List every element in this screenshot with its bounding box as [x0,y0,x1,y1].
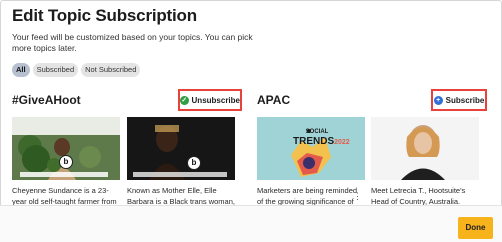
card-text: Known as Mother Elle, Elle Barbara is a … [127,186,235,206]
topic-name-apac: APAC [257,93,291,107]
social-trends-cover [257,117,365,180]
card-text: Meet Letrecia T., Hootsuite's Head of Co… [371,186,466,206]
cover-title-line1: SOCIAL [305,129,329,135]
farmer-photo [12,117,120,180]
subscribe-label: Subscribe [445,95,485,105]
done-button[interactable]: Done [458,217,493,239]
modal-footer [0,205,502,242]
filter-chips: All Subscribed Not Subscribed [12,63,141,77]
card-thumbnail: b [127,117,235,180]
topic-card[interactable]: b Known as Mother Elle, Elle Barbara is … [127,117,235,207]
unsubscribe-label: Unsubscribe [191,95,240,105]
cover-title-line2: TRENDS2022 [293,136,350,147]
filter-subscribed-chip[interactable]: Subscribed [32,63,79,77]
filter-all-chip[interactable]: All [12,63,30,77]
portrait-photo [371,117,479,180]
topic-card[interactable]: b Cheyenne Sundance is a 23-year old sel… [12,117,120,207]
hootsuite-badge-icon: b [187,156,201,170]
topic-card[interactable]: SOCIAL TRENDS2022 Marketers are being re… [257,117,365,207]
card-text: Marketers are being reminded of the grow… [257,186,358,206]
filter-not-subscribed-chip[interactable]: Not Subscribed [81,63,141,77]
hootsuite-badge-icon: b [59,155,73,169]
subscribe-button[interactable]: + Subscribe [431,89,487,111]
modal-title: Edit Topic Subscription [12,6,197,25]
card-thumbnail: b [12,117,120,180]
plus-circle-icon: + [433,95,443,105]
card-thumbnail: SOCIAL TRENDS2022 [257,117,365,180]
unsubscribe-button[interactable]: ✓ Unsubscribe [178,89,242,111]
topic-name-giveahoot: #GiveAHoot [12,93,81,107]
more-options-icon[interactable]: ⋮ [353,191,362,202]
modal-description: Your feed will be customized based on yo… [12,32,253,53]
card-thumbnail [371,117,479,180]
activist-photo [127,117,235,180]
topic-card[interactable]: Meet Letrecia T., Hootsuite's Head of Co… [371,117,479,207]
card-text: Cheyenne Sundance is a 23-year old self-… [12,186,117,206]
check-circle-icon: ✓ [180,95,189,105]
